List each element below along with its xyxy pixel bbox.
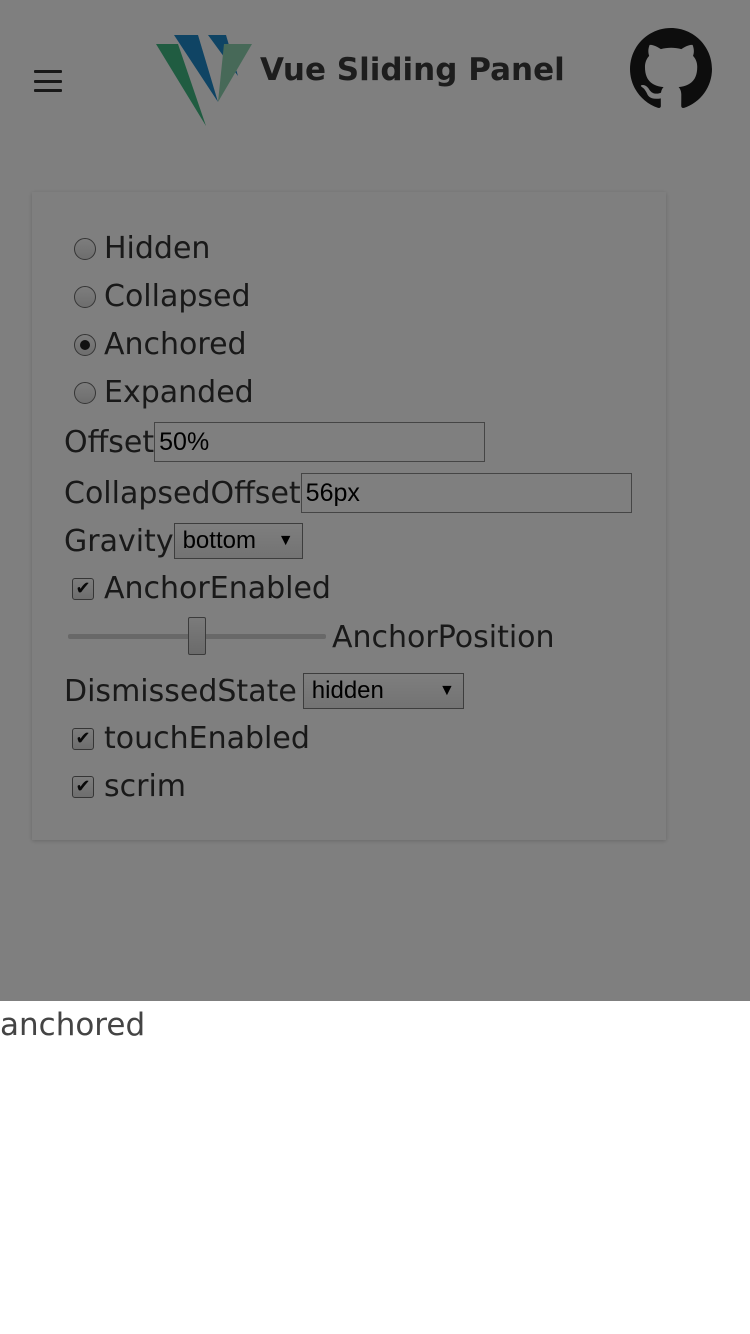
scrim-overlay[interactable]	[0, 0, 750, 1001]
panel-state-text: anchored	[0, 1007, 146, 1043]
page: Vue Sliding Panel Hidden Collapsed Ancho…	[0, 0, 750, 1334]
sliding-panel[interactable]: anchored	[0, 1001, 750, 1334]
